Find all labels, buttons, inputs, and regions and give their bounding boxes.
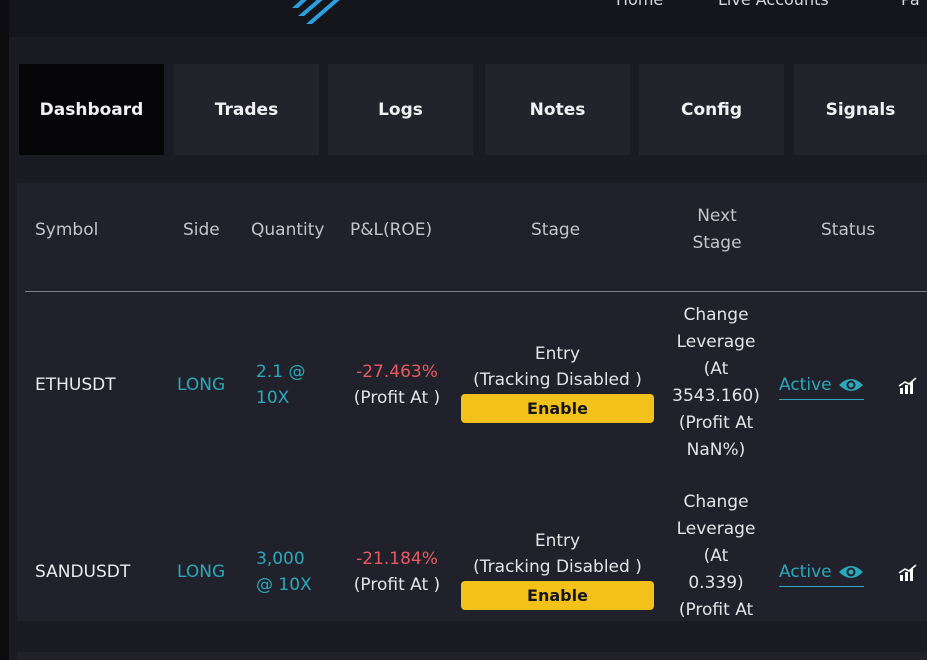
nav-link-live-accounts[interactable]: Live Accounts [718,0,829,9]
tab-trades[interactable]: Trades [174,64,319,155]
row-next-stage-line3: (At [703,359,729,379]
status-link[interactable]: Active [779,559,864,587]
window-edge [0,0,9,660]
row-pnl: -21.184% (Profit At ) [347,546,447,598]
row-quantity-line1: 2.1 @ [256,362,306,382]
chart-icon[interactable] [898,377,918,395]
row-next-stage-line2: Leverage [676,519,756,539]
row-quantity-line2: 10X [256,388,290,408]
next-panel-edge [17,652,927,660]
header-next-stage-line1: Next [697,206,737,226]
nav-link-home[interactable]: Home [616,0,663,9]
row-quantity: 2.1 @ 10X [256,359,305,411]
row-next-stage: Change Leverage (At 3543.160) (Profit At… [665,302,767,464]
row-next-stage-line1: Change [683,305,749,325]
header-side: Side [183,220,220,240]
row-quantity: 3,000 @ 10X [256,546,312,598]
row-symbol: ETHUSDT [35,375,116,395]
header-next-stage-line2: Stage [692,233,742,253]
enable-button[interactable]: Enable [461,581,654,610]
row-pnl-profit-at: (Profit At ) [353,575,441,595]
header-quantity: Quantity [251,220,325,240]
row-pnl-value: -21.184% [356,549,438,569]
row-side: LONG [177,562,226,582]
tab-signals[interactable]: Signals [794,64,927,155]
row-next-stage-line1: Change [683,492,749,512]
row-next-stage-line5: (Profit At [678,413,754,433]
row-next-stage-line3: (At [703,546,729,566]
tab-bar: Dashboard Trades Logs Notes Config Signa… [9,37,927,167]
row-stage-entry: Entry [534,344,581,364]
row-quantity-line2: @ 10X [256,575,312,595]
tab-config[interactable]: Config [639,64,784,155]
row-pnl: -27.463% (Profit At ) [347,359,447,411]
top-nav-bar: Home Live Accounts Pa [9,0,927,37]
header-symbol: Symbol [35,220,99,240]
tab-notes[interactable]: Notes [485,64,630,155]
eye-icon[interactable] [838,377,864,393]
positions-table: Symbol Side Quantity P&L(ROE) Stage Next… [17,183,927,621]
row-side: LONG [177,375,226,395]
row-status-label[interactable]: Active [779,559,832,585]
status-link[interactable]: Active [779,372,864,400]
row-symbol: SANDUSDT [35,562,131,582]
row-status-label[interactable]: Active [779,372,832,398]
row-next-stage-line4: 0.339) [688,573,744,593]
chart-icon[interactable] [898,564,918,582]
row-next-stage: Change Leverage (At 0.339) (Profit At [665,489,767,621]
enable-button[interactable]: Enable [461,394,654,423]
row-next-stage-line5: (Profit At [678,600,754,620]
row-next-stage-line4: 3543.160) [672,386,760,406]
row-pnl-value: -27.463% [356,362,438,382]
row-stage-entry: Entry [534,531,581,551]
row-stage: Entry (Tracking Disabled ) [461,341,654,393]
tab-dashboard[interactable]: Dashboard [19,64,164,155]
row-quantity-line1: 3,000 [256,549,305,569]
eye-icon[interactable] [838,564,864,580]
nav-link-paper[interactable]: Pa [901,0,920,9]
header-status: Status [821,220,876,240]
row-next-stage-line6: NaN%) [686,440,746,460]
row-next-stage-line2: Leverage [676,332,756,352]
row-pnl-profit-at: (Profit At ) [353,388,441,408]
header-next-stage: Next Stage [667,203,767,257]
row-stage: Entry (Tracking Disabled ) [461,528,654,580]
tab-logs[interactable]: Logs [328,64,473,155]
logo-icon [292,0,340,24]
row-stage-tracking: (Tracking Disabled ) [473,557,642,577]
row-stage-tracking: (Tracking Disabled ) [473,370,642,390]
header-stage: Stage [531,220,581,240]
header-pnl: P&L(ROE) [350,220,433,240]
header-divider [25,291,927,292]
